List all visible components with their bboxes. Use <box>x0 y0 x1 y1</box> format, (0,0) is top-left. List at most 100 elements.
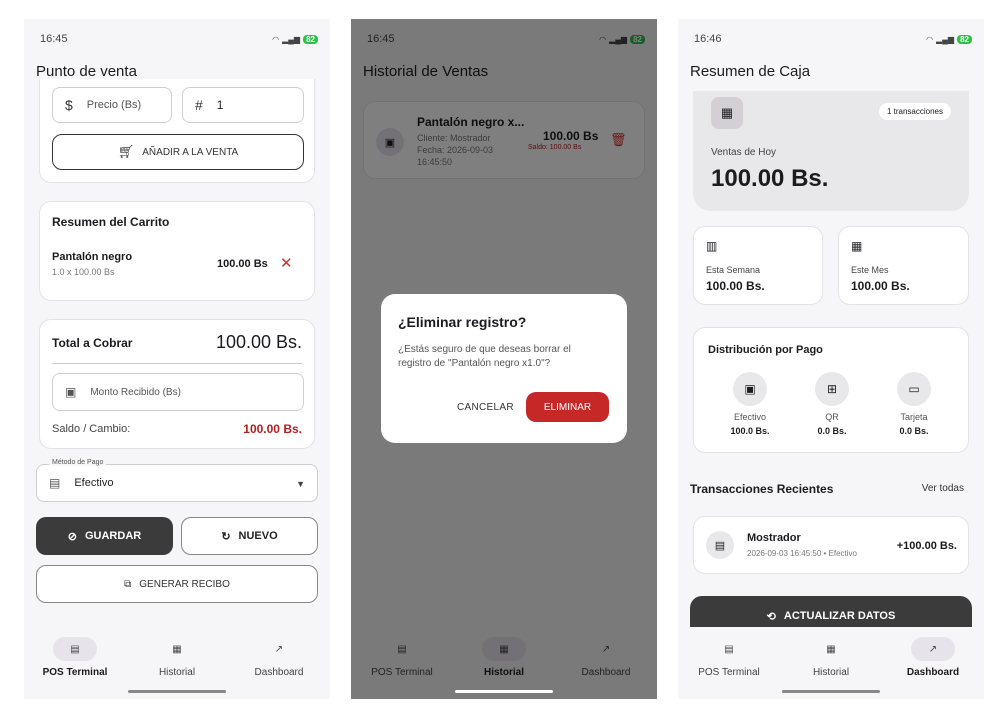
payment-distribution-card: Distribución por Pago ▣ Efectivo 100.0 B… <box>693 327 969 453</box>
month-label: Este Mes <box>851 265 889 275</box>
cash-icon: ▣ <box>733 372 767 406</box>
cash-value: 100.0 Bs. <box>730 426 770 436</box>
dialog-title: ¿Eliminar registro? <box>398 314 527 330</box>
calendar-month-icon: ▦ <box>851 239 863 253</box>
card-label: Tarjeta <box>900 412 928 422</box>
confirm-delete-button[interactable]: ELIMINAR <box>526 392 609 422</box>
price-placeholder: Precio (Bs) <box>86 99 142 111</box>
wallet-icon: ▤ <box>49 476 61 490</box>
nav-pos-label: POS Terminal <box>698 667 760 678</box>
remove-item-icon[interactable]: ✕ <box>280 254 293 272</box>
balance-value: 100.00 Bs. <box>243 422 302 436</box>
recent-transaction-row[interactable]: ▤ Mostrador 2026-09-03 16:45:50 • Efecti… <box>693 516 969 574</box>
payment-method-label: Método de Pago <box>49 459 107 466</box>
payment-method-value: Efectivo <box>74 477 114 489</box>
cart-plus-icon: 🛒︎ <box>117 144 135 159</box>
qr-value: 0.0 Bs. <box>817 426 847 436</box>
payment-method-select[interactable]: Método de Pago ▤ Efectivo ▼ <box>36 459 318 502</box>
balance-label: Saldo / Cambio: <box>52 423 131 435</box>
cart-item-name: Pantalón negro <box>52 251 133 263</box>
nav-dashboard-label: Dashboard <box>254 667 304 678</box>
page-title: Punto de venta <box>36 63 137 80</box>
check-circle-icon: ⊘ <box>67 530 77 543</box>
transactions-badge: 1 transacciones <box>878 103 951 120</box>
generate-receipt-button[interactable]: ⧉ GENERAR RECIBO <box>36 565 318 603</box>
nav-dashboard[interactable]: ↗ Dashboard <box>234 627 324 699</box>
week-card: ▥ Esta Semana 100.00 Bs. <box>693 226 823 305</box>
distribution-card-payment: ▭ Tarjeta 0.0 Bs. <box>878 372 950 436</box>
receipt-icon: ▦ <box>172 643 182 655</box>
nav-dashboard[interactable]: ↗ Dashboard <box>888 627 978 699</box>
total-label: Total a Cobrar <box>52 336 133 350</box>
gesture-handle <box>782 690 880 693</box>
nav-history[interactable]: ▦ Historial <box>132 627 222 699</box>
today-sales-label: Ventas de Hoy <box>711 147 777 158</box>
save-button[interactable]: ⊘ GUARDAR <box>36 517 173 555</box>
dialog-body: ¿Estás seguro de que deseas borrar el re… <box>398 344 571 369</box>
transaction-detail: 2026-09-03 16:45:50 • Efectivo <box>747 549 857 558</box>
gesture-handle <box>455 690 553 693</box>
credit-card-icon: ▭ <box>897 372 931 406</box>
calendar-week-icon: ▥ <box>706 239 718 253</box>
add-to-sale-label: AÑADIR A LA VENTA <box>142 146 239 158</box>
cash-icon: ▣ <box>65 385 77 399</box>
nav-history[interactable]: ▦ Historial <box>786 627 876 699</box>
new-button[interactable]: ↻ NUEVO <box>181 517 318 555</box>
nav-history-label: Historial <box>812 667 850 678</box>
nav-pos-terminal[interactable]: ▤ POS Terminal <box>684 627 774 699</box>
product-form-card: $ Precio (Bs) # 1 🛒︎ AÑADIR A LA VENTA <box>39 79 315 183</box>
history-screen: 16:45 ◠▂▄▆82 Historial de Ventas ▣ Panta… <box>351 19 657 699</box>
nav-pos-terminal[interactable]: ▤ POS Terminal <box>30 627 120 699</box>
new-label: NUEVO <box>238 530 278 542</box>
chart-line-icon: ↗ <box>911 637 955 661</box>
week-label: Esta Semana <box>706 265 761 275</box>
dropdown-arrow-icon: ▼ <box>296 479 305 489</box>
total-value: 100.00 Bs. <box>215 332 302 352</box>
see-all-link[interactable]: Ver todas <box>922 483 964 494</box>
cash-register-icon: ▤ <box>53 637 97 661</box>
wifi-icon: ◠ <box>272 34 280 44</box>
cart-title: Resumen del Carrito <box>52 215 170 229</box>
receipt-icon: ▦ <box>826 643 836 655</box>
cancel-button[interactable]: CANCELAR <box>457 402 514 413</box>
calendar-icon: ▦ <box>711 97 743 129</box>
today-sales-card: ▦ 1 transacciones Ventas de Hoy 100.00 B… <box>693 91 969 211</box>
price-input[interactable]: $ Precio (Bs) <box>52 87 172 123</box>
save-label: GUARDAR <box>84 530 142 542</box>
cart-item-total: 100.00 Bs <box>217 258 268 270</box>
amount-received-placeholder: Monto Recibido (Bs) <box>90 386 181 398</box>
distribution-title: Distribución por Pago <box>708 344 823 356</box>
dashboard-screen: 16:46 ◠ ▂▄▆ 82 Resumen de Caja ▦ 1 transac… <box>678 19 984 699</box>
wifi-icon: ◠ <box>926 34 934 44</box>
status-bar: 16:45 ◠▂▄▆82 <box>40 31 318 47</box>
quantity-value: 1 <box>216 98 224 112</box>
week-value: 100.00 Bs. <box>706 279 765 293</box>
cart-summary-card: Resumen del Carrito Pantalón negro 1.0 x… <box>39 201 315 301</box>
qr-code-icon: ⊞ <box>815 372 849 406</box>
card-value: 0.0 Bs. <box>899 426 929 436</box>
transaction-amount: +100.00 Bs. <box>896 540 957 552</box>
generate-receipt-label: GENERAR RECIBO <box>139 578 230 590</box>
confirm-delete-label: ELIMINAR <box>543 401 592 413</box>
signal-icon: ▂▄▆ <box>282 34 301 44</box>
receipt-icon: ⧉ <box>124 578 132 590</box>
cash-label: Efectivo <box>733 412 766 422</box>
page-title: Resumen de Caja <box>690 63 811 80</box>
bottom-navigation: ▤ POS Terminal ▦ Historial ↗ Dashboard <box>24 627 330 699</box>
amount-received-input[interactable]: ▣ Monto Recibido (Bs) <box>52 373 304 411</box>
today-sales-value: 100.00 Bs. <box>711 165 829 192</box>
receipt-icon: ▤ <box>706 531 734 559</box>
pos-screen: 16:45 ◠ ▂▄▆ 82 Punto de venta $ Precio (Bs… <box>24 19 330 699</box>
transaction-name: Mostrador <box>747 532 801 544</box>
nav-pos-label: POS Terminal <box>42 667 108 678</box>
hash-icon: # <box>195 97 203 113</box>
battery-level: 82 <box>957 34 972 44</box>
delete-dialog: ¿Eliminar registro? ¿Estás seguro de que… <box>381 294 627 443</box>
distribution-cash: ▣ Efectivo 100.0 Bs. <box>714 372 786 436</box>
quantity-input[interactable]: # 1 <box>182 87 304 123</box>
status-time: 16:45 <box>40 33 68 45</box>
chart-line-icon: ↗ <box>274 643 284 655</box>
month-card: ▦ Este Mes 100.00 Bs. <box>838 226 969 305</box>
signal-icon: ▂▄▆ <box>936 34 955 44</box>
add-to-sale-button[interactable]: 🛒︎ AÑADIR A LA VENTA <box>52 134 304 170</box>
